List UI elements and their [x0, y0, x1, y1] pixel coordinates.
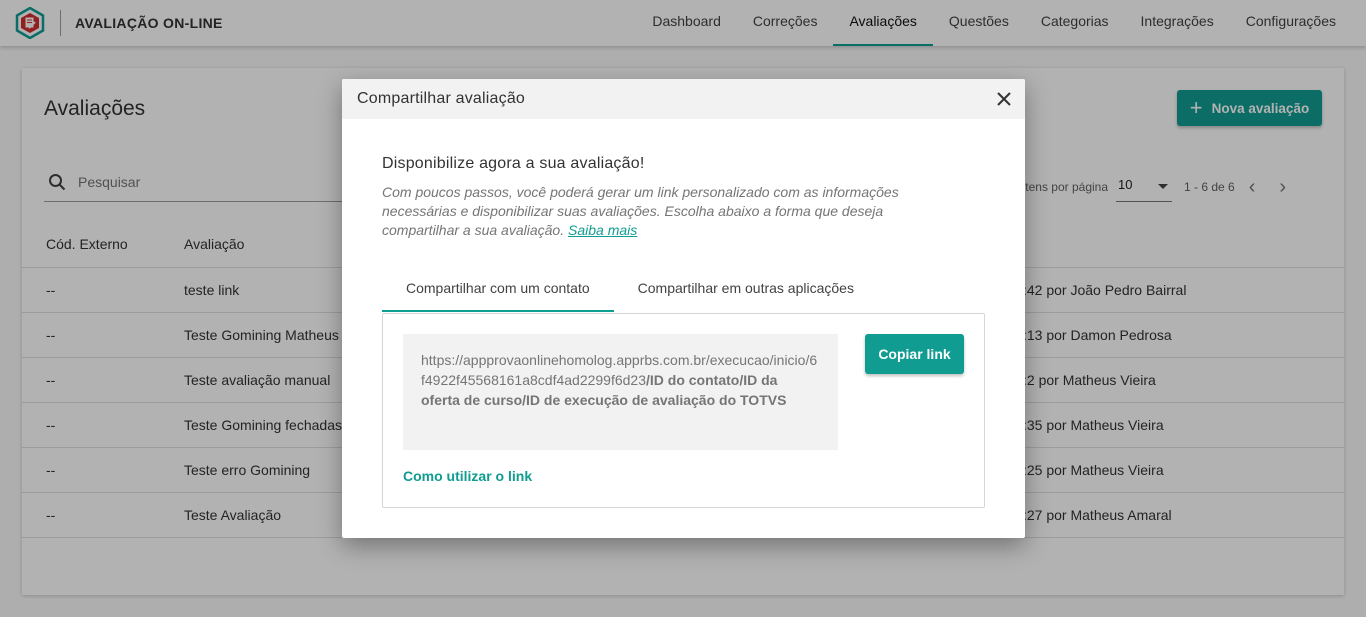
tab-share-other-apps[interactable]: Compartilhar em outras aplicações [614, 272, 878, 312]
dialog-title: Compartilhar avaliação [357, 90, 526, 107]
tab-share-contact[interactable]: Compartilhar com um contato [382, 272, 614, 312]
share-contact-panel: https://appprovaonlinehomolog.apprbs.com… [382, 313, 985, 508]
dialog-description: Com poucos passos, você poderá gerar um … [382, 184, 899, 238]
share-link-box[interactable]: https://appprovaonlinehomolog.apprbs.com… [403, 334, 838, 450]
copy-link-button[interactable]: Copiar link [865, 334, 964, 374]
learn-more-link[interactable]: Saiba mais [568, 222, 637, 238]
close-icon[interactable] [996, 91, 1012, 107]
how-to-use-link[interactable]: Como utilizar o link [403, 468, 532, 484]
dialog-heading: Disponibilize agora a sua avaliação! [382, 155, 645, 172]
share-dialog: Compartilhar avaliação Disponibilize ago… [342, 79, 1025, 538]
share-tabs: Compartilhar com um contato Compartilhar… [382, 272, 878, 312]
dialog-header: Compartilhar avaliação [342, 79, 1025, 119]
